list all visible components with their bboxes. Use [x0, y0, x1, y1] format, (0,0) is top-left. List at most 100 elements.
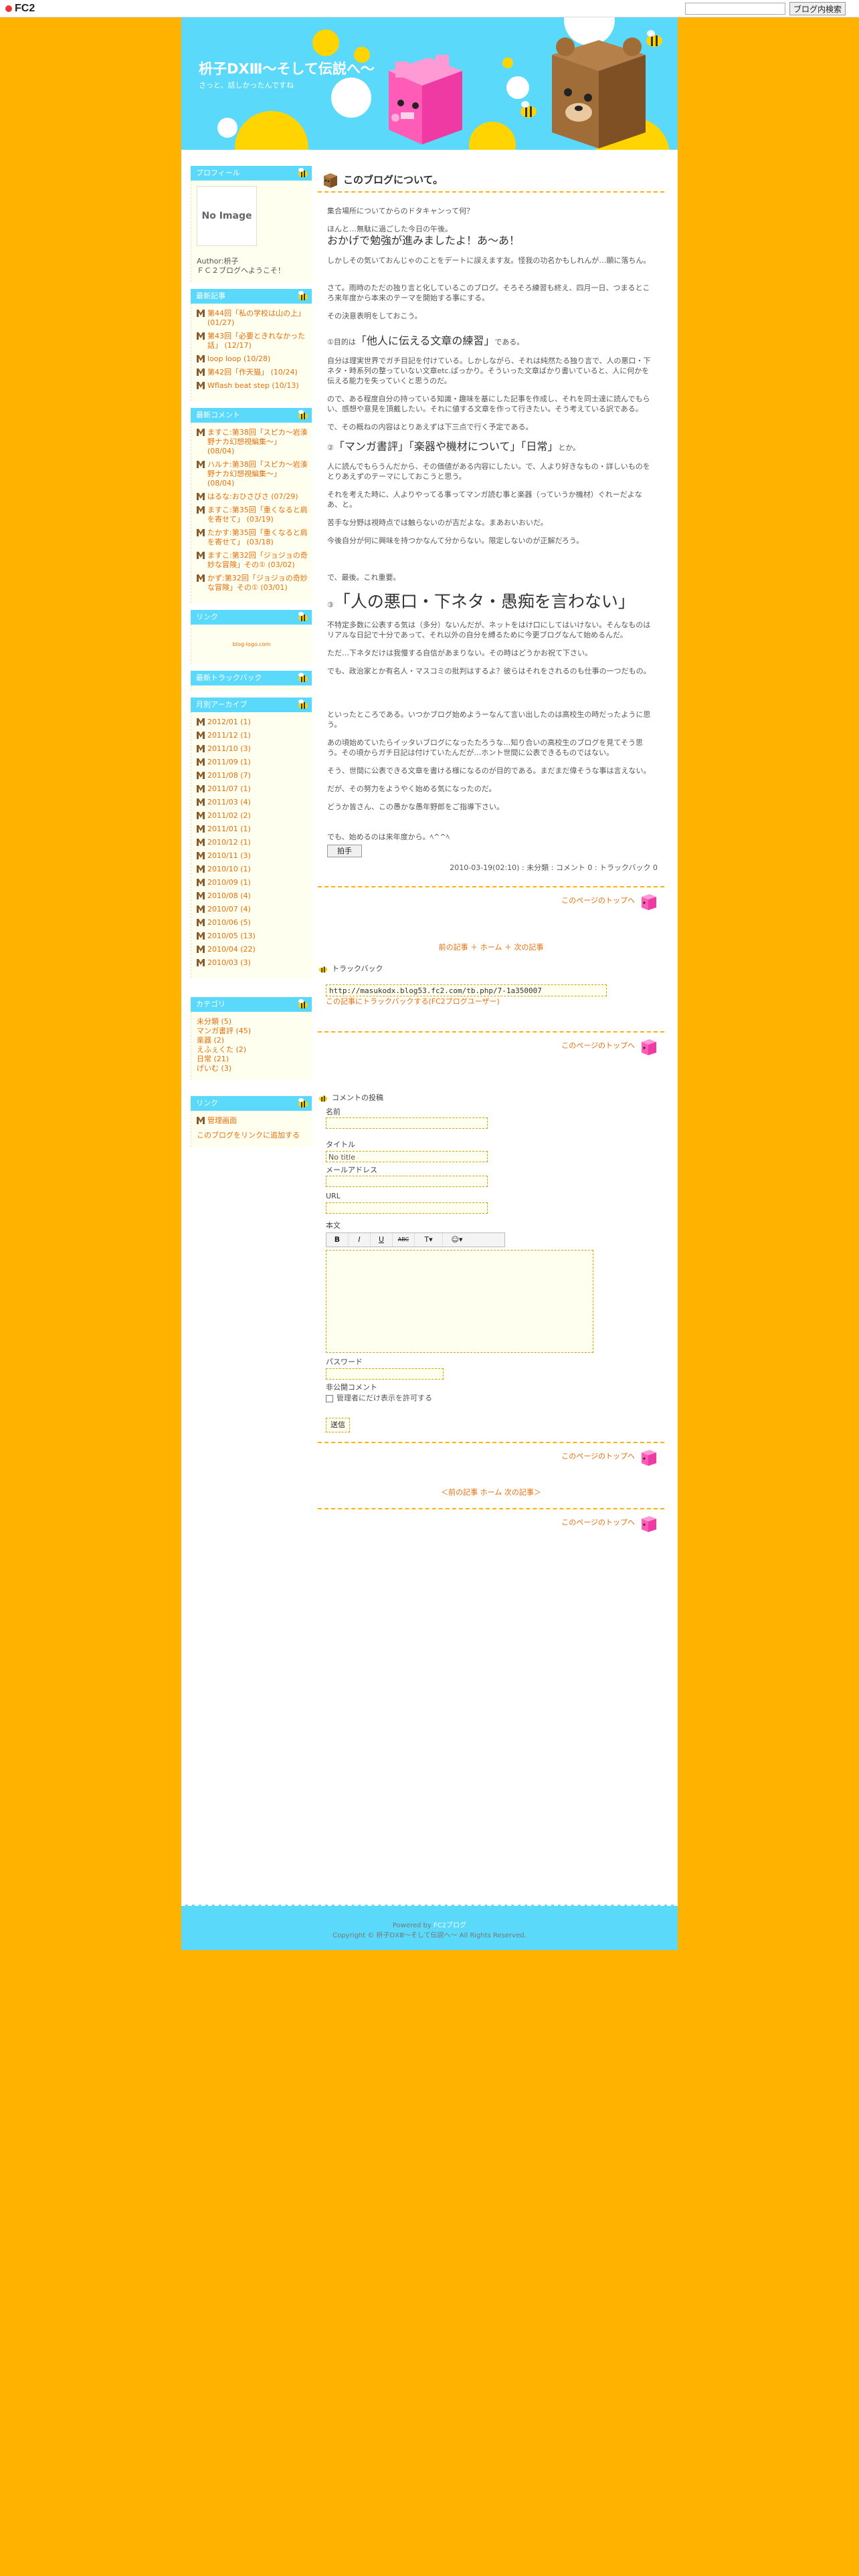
list-item: ますこ:第38回「スピカ～岩湊野ナカ幻想視編集～」 (08/04) — [197, 428, 308, 456]
entry-header: このブログについて。 — [318, 166, 664, 193]
recent-entry-link[interactable]: 第43回「必要ときれなかった話」 (12/17) — [207, 332, 308, 350]
recent-comments-heading: 最新コメント — [191, 408, 312, 423]
list-bullet-icon — [197, 461, 205, 468]
add-link-link[interactable]: このブログをリンクに追加する — [197, 1131, 308, 1140]
archive-link[interactable]: 2010/12 (1) — [207, 838, 251, 847]
title-field[interactable]: No title — [326, 1150, 488, 1162]
list-item: 2010/11 (3) — [197, 851, 308, 861]
recent-comment-link[interactable]: かず:第32回「ジョジョの奇妙な冒険」その① (03/01) — [207, 574, 308, 593]
category-link[interactable]: げいむ (3) — [197, 1064, 308, 1073]
link-banner[interactable]: blog-logo.com — [233, 641, 271, 647]
archive-link[interactable]: 2011/08 (7) — [207, 771, 251, 780]
profile-image: No Image — [197, 186, 257, 246]
page-top-link[interactable]: このページのトップへ — [561, 1452, 635, 1461]
email-field[interactable] — [326, 1176, 488, 1187]
password-field[interactable] — [326, 1368, 444, 1380]
private-comment-checkbox[interactable] — [326, 1394, 333, 1402]
recent-entry-link[interactable]: Wflash beat step (10/13) — [207, 381, 299, 391]
page-top-link[interactable]: このページのトップへ — [561, 896, 635, 905]
bee-icon — [298, 410, 308, 419]
list-bullet-icon — [197, 772, 205, 779]
category-link[interactable]: えふぇくた (2) — [197, 1045, 308, 1055]
archive-link[interactable]: 2012/01 (1) — [207, 718, 251, 727]
recent-entries-heading: 最新記事 — [191, 289, 312, 304]
recent-comment-link[interactable]: ますこ:第35回「重くなると肩を寄せて」 (03/19) — [207, 506, 308, 524]
page-top-link[interactable]: このページのトップへ — [561, 1041, 635, 1050]
clap-button[interactable]: 拍手 — [327, 845, 362, 857]
blog-title[interactable]: 枡子DXⅢ～そして伝説へ～ — [199, 59, 375, 80]
list-bullet-icon — [197, 892, 205, 899]
list-item: 2010/07 (4) — [197, 905, 308, 914]
category-link[interactable]: 日常 (21) — [197, 1055, 308, 1064]
entry-meta[interactable]: 2010-03-19(02:10) : 未分類 : コメント 0 : トラックバ… — [318, 863, 664, 874]
archive-link[interactable]: 2011/10 (3) — [207, 744, 251, 754]
archive-link[interactable]: 2010/07 (4) — [207, 905, 251, 914]
trackback-link[interactable]: この記事にトラックバックする(FC2ブログユーザー) — [326, 996, 664, 1008]
comment-body-textarea[interactable] — [326, 1250, 593, 1353]
font-size-button[interactable]: T▾ — [415, 1233, 443, 1247]
list-item: 2011/09 (1) — [197, 758, 308, 767]
category-link[interactable]: 未分類 (5) — [197, 1017, 308, 1027]
archive-link[interactable]: 2011/01 (1) — [207, 825, 251, 834]
blog-description: さっと、話しかったんですね — [199, 81, 294, 90]
entry-point-1: ①目的は「他人に伝える文章の練習」である。 — [327, 334, 524, 347]
list-bullet-icon — [197, 865, 205, 873]
recent-comment-link[interactable]: ますこ:第32回「ジョジョの奇妙な冒険」その① (03/02) — [207, 551, 308, 570]
entry-navigation[interactable]: 前の記事 ＋ ホーム ＋ 次の記事 — [318, 942, 664, 954]
archive-link[interactable]: 2010/06 (5) — [207, 918, 251, 928]
recent-entries-box: 第44回「私の学校は山の上」 (01/27) 第43回「必要ときれなかった話」 (… — [191, 304, 312, 401]
archive-link[interactable]: 2010/10 (1) — [207, 865, 251, 874]
archive-link[interactable]: 2011/12 (1) — [207, 731, 251, 740]
list-bullet-icon — [197, 798, 205, 806]
archive-link[interactable]: 2011/09 (1) — [207, 758, 251, 767]
bee-icon — [298, 1098, 308, 1107]
entry-title[interactable]: このブログについて。 — [343, 173, 443, 188]
entry-paragraph: しかしその気いておんじゃのことをデートに誤えます友。怪我の功名かもしれんが…願に… — [327, 256, 651, 265]
italic-button[interactable]: I — [349, 1233, 371, 1247]
strike-button[interactable]: ABC — [393, 1233, 415, 1247]
archive-link[interactable]: 2011/03 (4) — [207, 798, 251, 807]
recent-comment-link[interactable]: ますこ:第38回「スピカ～岩湊野ナカ幻想視編集～」 (08/04) — [207, 428, 308, 456]
list-bullet-icon — [197, 493, 205, 500]
category-link[interactable]: マンガ書評 (45) — [197, 1027, 308, 1036]
list-bullet-icon — [197, 812, 205, 819]
bear-entry-icon — [324, 173, 337, 188]
name-field[interactable] — [326, 1117, 488, 1129]
underline-button[interactable]: U — [371, 1233, 393, 1247]
page-top-link[interactable]: このページのトップへ — [561, 1518, 635, 1527]
admin-link[interactable]: 管理画面 — [207, 1116, 237, 1125]
archive-link[interactable]: 2010/04 (22) — [207, 945, 256, 954]
recent-entry-link[interactable]: 第44回「私の学校は山の上」 (01/27) — [207, 309, 308, 328]
list-bullet-icon — [197, 1117, 205, 1124]
entry-paragraph: その決意表明をしておこう。 — [327, 312, 422, 320]
emoji-button[interactable]: ☺▾ — [443, 1233, 471, 1247]
archive-link[interactable]: 2010/09 (1) — [207, 878, 251, 887]
trackback-url-field[interactable]: http://masukodx.blog53.fc2.com/tb.php/7-… — [326, 984, 607, 996]
entry-paragraph: で、その概ねの内容はとりあえずは下三点で行く予定である。 — [327, 423, 533, 431]
fc2-blog-link[interactable]: FC2ブログ — [434, 1922, 466, 1929]
list-bullet-icon — [197, 932, 205, 940]
entry-navigation-bottom[interactable]: ＜前の記事 ホーム 次の記事＞ — [318, 1487, 664, 1499]
archive-link[interactable]: 2010/05 (13) — [207, 932, 256, 941]
archive-link[interactable]: 2011/07 (1) — [207, 784, 251, 794]
bold-button[interactable]: B — [326, 1233, 349, 1247]
blog-search-input[interactable] — [685, 3, 785, 15]
archive-link[interactable]: 2010/08 (4) — [207, 891, 251, 901]
recent-entry-link[interactable]: loop loop (10/28) — [207, 354, 270, 364]
list-item: 2010/12 (1) — [197, 838, 308, 847]
recent-trackbacks-box — [191, 685, 312, 691]
url-field[interactable] — [326, 1202, 488, 1214]
blog-search-button[interactable]: ブログ内検索 — [789, 2, 846, 15]
archive-link[interactable]: 2010/11 (3) — [207, 851, 251, 861]
archive-link[interactable]: 2011/02 (2) — [207, 811, 251, 821]
recent-entry-link[interactable]: 第42回「作天猫」 (10/24) — [207, 368, 298, 377]
submit-button[interactable]: 送信 — [326, 1417, 350, 1432]
list-item: 2011/02 (2) — [197, 811, 308, 821]
category-link[interactable]: 楽器 (2) — [197, 1036, 308, 1045]
recent-comment-link[interactable]: ハルナ:第38回「スピカ～岩湊野ナカ幻想視編集～」 (08/04) — [207, 460, 308, 488]
archive-link[interactable]: 2010/03 (3) — [207, 958, 251, 968]
recent-comment-link[interactable]: たかす:第35回「重くなると肩を寄せて」 (03/18) — [207, 528, 308, 547]
entry-paragraph: それを考えた時に、人よりやってる事ってマンガ読む事と楽器（っていうか機材）ぐれー… — [327, 490, 642, 509]
recent-comment-link[interactable]: はるな:おひさびさ (07/29) — [207, 492, 298, 502]
fc2-logo[interactable]: FC2 — [5, 3, 35, 15]
